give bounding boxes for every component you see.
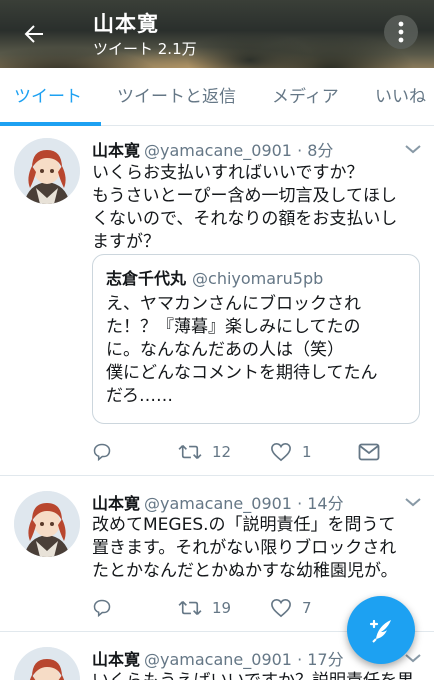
more-options-button[interactable] [384,15,418,49]
tab-likes[interactable]: いいね [375,68,426,125]
chevron-down-icon[interactable] [403,651,423,665]
author-handle-time: @yamacane_0901 · 8分 [144,141,334,160]
tweet-count: ツイート 2.1万 [93,40,197,58]
author-handle-time: @yamacane_0901 · 14分 [144,494,344,513]
tweet-text-line: いくらお支払いすればいいですか？ [92,163,364,183]
tweet-header: 山本寛 @yamacane_0901 · 14分 [92,490,344,514]
tweet-header: 山本寛 @yamacane_0901 · 17分 [92,646,344,670]
heart-icon [271,598,291,618]
like-count: 7 [302,599,312,617]
avatar[interactable] [14,647,80,680]
like-count: 1 [302,443,312,461]
quoted-tweet[interactable]: 志倉千代丸 @chiyomaru5pb え、ヤマカンさんにブロックされ た！？『薄… [92,254,420,424]
quoted-tweet-text: え、ヤマカンさんにブロックされ た！？『薄暮』楽しみにしてたの に。なんなんだあ… [106,293,406,408]
header-background-image [0,0,434,68]
heart-icon [271,442,291,462]
author-name[interactable]: 山本寛 [92,650,140,669]
quoted-author-handle: @chiyomaru5pb [192,269,324,288]
tweet-text-line: いくらもうえばいいですか？説明責任を果 [92,670,432,680]
retweet-button[interactable]: 19 [178,597,231,619]
chevron-down-icon[interactable] [403,495,423,509]
back-button[interactable] [18,18,50,50]
like-button[interactable]: 1 [270,441,312,463]
retweet-icon [178,601,202,615]
quoted-author-name: 志倉千代丸 [106,269,187,288]
tab-tweets-and-replies[interactable]: ツイートと返信 [117,68,236,125]
tweet[interactable]: 山本寛 @yamacane_0901 · 8分 いくらお支払いすればいいですか？ … [0,126,434,476]
tab-media[interactable]: メディア [272,68,339,125]
avatar-illustration [14,491,80,557]
avatar[interactable] [14,491,80,557]
quoted-text-line: た！？『薄暮』楽しみにしてたの [106,317,361,337]
retweet-button[interactable]: 12 [178,441,231,463]
quoted-text-line: だろ…… [106,386,173,406]
avatar-illustration [14,138,80,204]
quoted-text-line: え、ヤマカンさんにブロックされ [106,294,361,314]
page-title: 山本寛 [93,12,159,36]
profile-header: 山本寛 ツイート 2.1万 [0,0,434,68]
author-name[interactable]: 山本寛 [92,141,140,160]
chevron-down-icon[interactable] [403,142,423,156]
quoted-text-line: 僕にどんなコメントを期待してたん [106,363,378,383]
author-handle-time: @yamacane_0901 · 17分 [144,650,344,669]
tweet-actions: 12 1 [92,441,422,463]
more-vertical-icon [398,21,404,43]
retweet-count: 19 [212,599,232,617]
reply-button[interactable] [92,441,112,463]
compose-icon [369,619,391,643]
envelope-icon [358,443,380,461]
quoted-tweet-header: 志倉千代丸 @chiyomaru5pb [106,265,323,289]
arrow-left-icon [24,25,43,43]
tweet-text-line: くないので、それなりの額をお支払いし [92,209,398,229]
tweet-text: 改めてMEGES.の「説明責任」を問うて 置きます。それがない限りブロックされ … [92,514,422,583]
tweet-text-line: ますが？ [92,232,160,252]
reply-button[interactable] [92,597,112,619]
tab-tweets[interactable]: ツイート [14,68,82,125]
tweet-text: いくらもうえばいいですか？説明責任を果 [92,670,432,680]
reply-icon [93,599,111,618]
reply-icon [93,443,111,462]
profile-tabs: ツイート ツイートと返信 メディア いいね [0,68,434,126]
compose-tweet-button[interactable] [347,596,415,664]
tweet-text-line: 置きます。それがない限りブロックされ [92,538,397,558]
direct-message-button[interactable] [358,441,380,463]
like-button[interactable]: 7 [270,597,312,619]
author-name[interactable]: 山本寛 [92,494,140,513]
avatar[interactable] [14,138,80,204]
retweet-icon [178,445,202,459]
tweet-text-line: もうさいとーぴー含め一切言及してほし [92,186,397,206]
tweet-header: 山本寛 @yamacane_0901 · 8分 [92,137,333,161]
avatar-illustration [14,647,80,680]
tweet-text-line: 改めてMEGES.の「説明責任」を問うて [92,515,396,535]
tweet-text: いくらお支払いすればいいですか？ もうさいとーぴー含め一切言及してほし くないの… [92,162,422,254]
tweet-text-line: たとかなんだとかぬかすな幼稚園児が。 [92,561,398,581]
retweet-count: 12 [212,443,232,461]
quoted-text-line: に。なんなんだあの人は（笑） [106,340,344,360]
